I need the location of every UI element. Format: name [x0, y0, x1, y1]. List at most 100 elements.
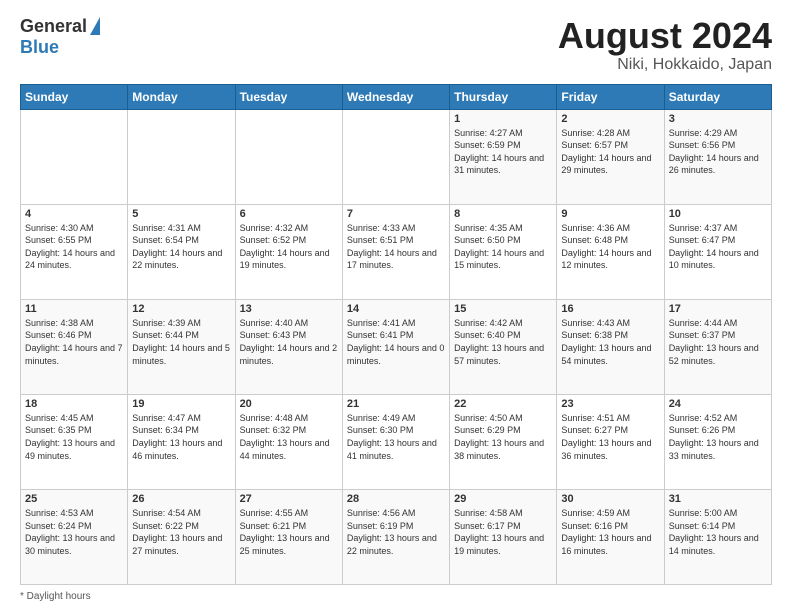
calendar-cell: 18 Sunrise: 4:45 AM Sunset: 6:35 PM Dayli…	[21, 394, 128, 489]
logo-blue-text: Blue	[20, 37, 59, 58]
calendar-week-row: 1Sunrise: 4:27 AM Sunset: 6:59 PM Daylig…	[21, 109, 772, 204]
calendar-table: SundayMondayTuesdayWednesdayThursdayFrid…	[20, 84, 772, 585]
day-number: 30	[561, 493, 659, 505]
calendar-header-row: SundayMondayTuesdayWednesdayThursdayFrid…	[21, 84, 772, 109]
day-info: Sunrise: 4:43 AM Sunset: 6:38 PM Dayligh…	[561, 317, 659, 367]
calendar-cell	[235, 109, 342, 204]
day-number: 14	[347, 303, 445, 315]
day-info: Sunrise: 4:37 AM Sunset: 6:47 PM Dayligh…	[669, 222, 767, 272]
day-info: Sunrise: 4:29 AM Sunset: 6:56 PM Dayligh…	[669, 127, 767, 177]
day-info: Sunrise: 4:35 AM Sunset: 6:50 PM Dayligh…	[454, 222, 552, 272]
calendar-cell: 21 Sunrise: 4:49 AM Sunset: 6:30 PM Dayli…	[342, 394, 449, 489]
calendar-cell: 12 Sunrise: 4:39 AM Sunset: 6:44 PM Dayli…	[128, 299, 235, 394]
day-info: Sunrise: 4:47 AM Sunset: 6:34 PM Dayligh…	[132, 412, 230, 462]
day-info: Sunrise: 4:58 AM Sunset: 6:17 PM Dayligh…	[454, 507, 552, 557]
day-info: Sunrise: 4:32 AM Sunset: 6:52 PM Dayligh…	[240, 222, 338, 272]
calendar-cell: 28Sunrise: 4:56 AM Sunset: 6:19 PM Dayli…	[342, 489, 449, 584]
day-number: 7	[347, 208, 445, 220]
calendar-cell: 4 Sunrise: 4:30 AM Sunset: 6:55 PM Daylig…	[21, 204, 128, 299]
day-info: Sunrise: 4:39 AM Sunset: 6:44 PM Dayligh…	[132, 317, 230, 367]
day-info: Sunrise: 4:59 AM Sunset: 6:16 PM Dayligh…	[561, 507, 659, 557]
calendar-cell: 14Sunrise: 4:41 AM Sunset: 6:41 PM Dayli…	[342, 299, 449, 394]
calendar-week-row: 11 Sunrise: 4:38 AM Sunset: 6:46 PM Dayli…	[21, 299, 772, 394]
calendar-week-row: 18 Sunrise: 4:45 AM Sunset: 6:35 PM Dayli…	[21, 394, 772, 489]
day-header-wednesday: Wednesday	[342, 84, 449, 109]
day-header-sunday: Sunday	[21, 84, 128, 109]
calendar-cell	[128, 109, 235, 204]
day-number: 3	[669, 113, 767, 125]
day-info: Sunrise: 4:38 AM Sunset: 6:46 PM Dayligh…	[25, 317, 123, 367]
calendar-cell: 16 Sunrise: 4:43 AM Sunset: 6:38 PM Dayli…	[557, 299, 664, 394]
day-number: 23	[561, 398, 659, 410]
day-number: 16	[561, 303, 659, 315]
day-info: Sunrise: 4:33 AM Sunset: 6:51 PM Dayligh…	[347, 222, 445, 272]
calendar-cell: 2Sunrise: 4:28 AM Sunset: 6:57 PM Daylig…	[557, 109, 664, 204]
calendar-title: August 2024	[558, 16, 772, 56]
day-number: 6	[240, 208, 338, 220]
calendar-cell: 20Sunrise: 4:48 AM Sunset: 6:32 PM Dayli…	[235, 394, 342, 489]
calendar-cell: 15Sunrise: 4:42 AM Sunset: 6:40 PM Dayli…	[450, 299, 557, 394]
day-number: 8	[454, 208, 552, 220]
day-header-tuesday: Tuesday	[235, 84, 342, 109]
day-number: 5	[132, 208, 230, 220]
day-number: 10	[669, 208, 767, 220]
day-number: 17	[669, 303, 767, 315]
day-number: 20	[240, 398, 338, 410]
calendar-week-row: 25 Sunrise: 4:53 AM Sunset: 6:24 PM Dayli…	[21, 489, 772, 584]
calendar-cell: 17 Sunrise: 4:44 AM Sunset: 6:37 PM Dayli…	[664, 299, 771, 394]
day-info: Sunrise: 4:53 AM Sunset: 6:24 PM Dayligh…	[25, 507, 123, 557]
calendar-cell: 10 Sunrise: 4:37 AM Sunset: 6:47 PM Dayli…	[664, 204, 771, 299]
day-header-friday: Friday	[557, 84, 664, 109]
day-info: Sunrise: 4:49 AM Sunset: 6:30 PM Dayligh…	[347, 412, 445, 462]
calendar-cell: 23 Sunrise: 4:51 AM Sunset: 6:27 PM Dayli…	[557, 394, 664, 489]
day-number: 12	[132, 303, 230, 315]
calendar-cell: 25 Sunrise: 4:53 AM Sunset: 6:24 PM Dayli…	[21, 489, 128, 584]
day-number: 22	[454, 398, 552, 410]
day-number: 19	[132, 398, 230, 410]
calendar-cell: 30 Sunrise: 4:59 AM Sunset: 6:16 PM Dayli…	[557, 489, 664, 584]
day-info: Sunrise: 4:40 AM Sunset: 6:43 PM Dayligh…	[240, 317, 338, 367]
title-block: August 2024 Niki, Hokkaido, Japan	[558, 16, 772, 74]
day-info: Sunrise: 4:55 AM Sunset: 6:21 PM Dayligh…	[240, 507, 338, 557]
day-info: Sunrise: 4:51 AM Sunset: 6:27 PM Dayligh…	[561, 412, 659, 462]
day-number: 24	[669, 398, 767, 410]
day-info: Sunrise: 4:30 AM Sunset: 6:55 PM Dayligh…	[25, 222, 123, 272]
page: General Blue August 2024 Niki, Hokkaido,…	[0, 0, 792, 612]
footer: * Daylight hours	[20, 591, 772, 602]
day-header-monday: Monday	[128, 84, 235, 109]
logo-general-text: General	[20, 16, 87, 37]
calendar-cell: 31Sunrise: 5:00 AM Sunset: 6:14 PM Dayli…	[664, 489, 771, 584]
header: General Blue August 2024 Niki, Hokkaido,…	[20, 16, 772, 74]
day-info: Sunrise: 4:31 AM Sunset: 6:54 PM Dayligh…	[132, 222, 230, 272]
day-number: 13	[240, 303, 338, 315]
calendar-cell: 27 Sunrise: 4:55 AM Sunset: 6:21 PM Dayli…	[235, 489, 342, 584]
calendar-cell: 24 Sunrise: 4:52 AM Sunset: 6:26 PM Dayli…	[664, 394, 771, 489]
day-header-saturday: Saturday	[664, 84, 771, 109]
calendar-cell: 5 Sunrise: 4:31 AM Sunset: 6:54 PM Daylig…	[128, 204, 235, 299]
day-info: Sunrise: 4:45 AM Sunset: 6:35 PM Dayligh…	[25, 412, 123, 462]
day-number: 29	[454, 493, 552, 505]
calendar-cell: 22 Sunrise: 4:50 AM Sunset: 6:29 PM Dayli…	[450, 394, 557, 489]
day-number: 4	[25, 208, 123, 220]
day-info: Sunrise: 5:00 AM Sunset: 6:14 PM Dayligh…	[669, 507, 767, 557]
calendar-cell	[21, 109, 128, 204]
calendar-week-row: 4 Sunrise: 4:30 AM Sunset: 6:55 PM Daylig…	[21, 204, 772, 299]
day-info: Sunrise: 4:50 AM Sunset: 6:29 PM Dayligh…	[454, 412, 552, 462]
day-info: Sunrise: 4:52 AM Sunset: 6:26 PM Dayligh…	[669, 412, 767, 462]
calendar-cell: 1Sunrise: 4:27 AM Sunset: 6:59 PM Daylig…	[450, 109, 557, 204]
day-number: 27	[240, 493, 338, 505]
day-number: 21	[347, 398, 445, 410]
calendar-cell: 9Sunrise: 4:36 AM Sunset: 6:48 PM Daylig…	[557, 204, 664, 299]
day-number: 11	[25, 303, 123, 315]
day-info: Sunrise: 4:42 AM Sunset: 6:40 PM Dayligh…	[454, 317, 552, 367]
day-number: 18	[25, 398, 123, 410]
calendar-cell: 19 Sunrise: 4:47 AM Sunset: 6:34 PM Dayli…	[128, 394, 235, 489]
day-header-thursday: Thursday	[450, 84, 557, 109]
day-number: 25	[25, 493, 123, 505]
calendar-cell	[342, 109, 449, 204]
day-info: Sunrise: 4:44 AM Sunset: 6:37 PM Dayligh…	[669, 317, 767, 367]
day-number: 1	[454, 113, 552, 125]
calendar-cell: 29 Sunrise: 4:58 AM Sunset: 6:17 PM Dayli…	[450, 489, 557, 584]
day-number: 9	[561, 208, 659, 220]
day-number: 28	[347, 493, 445, 505]
